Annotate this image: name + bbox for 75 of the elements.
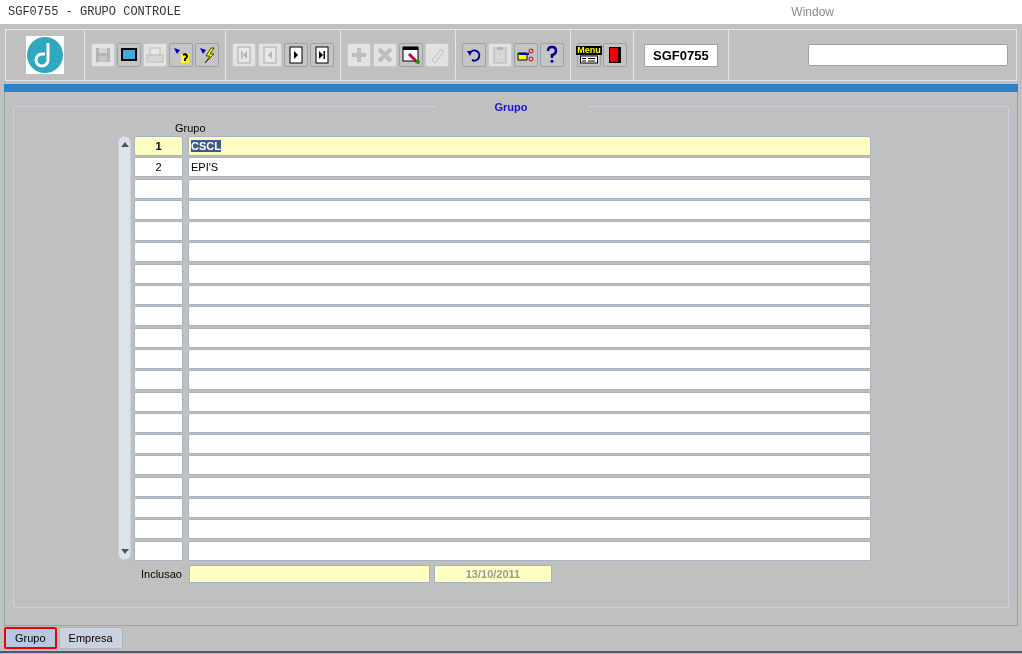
tab[interactable]: Grupo xyxy=(4,627,57,649)
frame-title: Grupo xyxy=(434,101,588,113)
group-field[interactable] xyxy=(188,476,871,497)
group-field[interactable] xyxy=(188,391,871,412)
column-header: Grupo xyxy=(175,122,206,134)
row-number-field[interactable] xyxy=(134,348,183,369)
group-field[interactable] xyxy=(188,263,871,284)
query-button[interactable] xyxy=(169,43,193,67)
next-button[interactable] xyxy=(284,43,308,67)
clipboard-icon xyxy=(490,45,510,65)
scroll-down-icon[interactable] xyxy=(120,549,129,554)
row-number-field[interactable] xyxy=(134,519,183,540)
edit-button[interactable] xyxy=(399,43,423,67)
row-number-field[interactable] xyxy=(134,306,183,327)
row-number-field[interactable] xyxy=(134,370,183,391)
row-number-field[interactable] xyxy=(134,476,183,497)
group-field[interactable] xyxy=(188,285,871,306)
cross-icon xyxy=(375,45,395,65)
first-record-icon xyxy=(234,45,254,65)
row-number-field[interactable] xyxy=(134,199,183,220)
row-number-field[interactable] xyxy=(134,391,183,412)
row-number-field[interactable] xyxy=(134,263,183,284)
group-field[interactable]: CSCL xyxy=(188,136,871,156)
logo-icon xyxy=(26,36,64,74)
last-record-icon xyxy=(312,45,332,65)
window-menu[interactable]: Window xyxy=(791,5,834,19)
row-number-field[interactable] xyxy=(134,285,183,306)
plus-icon xyxy=(349,45,369,65)
scroll-up-icon[interactable] xyxy=(120,142,129,147)
group-field[interactable] xyxy=(188,221,871,242)
list-icon xyxy=(579,55,599,64)
lightning-icon xyxy=(197,45,217,65)
group-field[interactable]: EPI'S xyxy=(188,157,871,178)
group-field[interactable] xyxy=(188,242,871,263)
group-field[interactable] xyxy=(188,455,871,476)
exit-button[interactable] xyxy=(603,43,627,67)
row-number-field[interactable] xyxy=(134,412,183,433)
execute-button[interactable] xyxy=(195,43,219,67)
row-number-field[interactable] xyxy=(134,498,183,519)
group-field[interactable] xyxy=(188,327,871,348)
query-icon xyxy=(171,45,191,65)
date-field: 13/10/2011 xyxy=(434,564,552,583)
row-number-field[interactable] xyxy=(134,540,183,561)
row-number-field[interactable]: 1 xyxy=(134,136,183,156)
next-record-icon xyxy=(286,45,306,65)
group-field[interactable] xyxy=(188,348,871,369)
screen-button[interactable] xyxy=(117,43,141,67)
group-field[interactable] xyxy=(188,519,871,540)
window-edit-icon xyxy=(401,45,421,65)
field-label: Inclusao xyxy=(141,567,182,580)
group-field[interactable] xyxy=(188,498,871,519)
group-field[interactable] xyxy=(188,540,871,561)
window-title: SGF0755 - GRUPO CONTROLE xyxy=(8,5,181,19)
help-button[interactable] xyxy=(540,43,564,67)
row-number-field[interactable] xyxy=(134,242,183,263)
group-field[interactable] xyxy=(188,412,871,433)
group-field[interactable] xyxy=(188,199,871,220)
group-field[interactable] xyxy=(188,434,871,455)
last-button[interactable] xyxy=(310,43,334,67)
row-number-field[interactable] xyxy=(134,178,183,199)
form-code-field: SGF0755 xyxy=(644,43,718,67)
row-number-field[interactable] xyxy=(134,434,183,455)
previous-record-icon xyxy=(260,45,280,65)
printer-icon xyxy=(145,45,165,65)
menu-button[interactable]: Menu xyxy=(577,43,601,67)
tab[interactable]: Empresa xyxy=(58,627,123,649)
row-number-field[interactable] xyxy=(134,221,183,242)
group-field[interactable] xyxy=(188,306,871,327)
group-field[interactable] xyxy=(188,178,871,199)
group-field[interactable] xyxy=(188,370,871,391)
row-number-field[interactable] xyxy=(134,327,183,348)
row-number-field[interactable]: 2 xyxy=(134,157,183,178)
scrollbar[interactable] xyxy=(118,136,131,560)
row-number-field[interactable] xyxy=(134,455,183,476)
undo-button[interactable] xyxy=(462,43,486,67)
